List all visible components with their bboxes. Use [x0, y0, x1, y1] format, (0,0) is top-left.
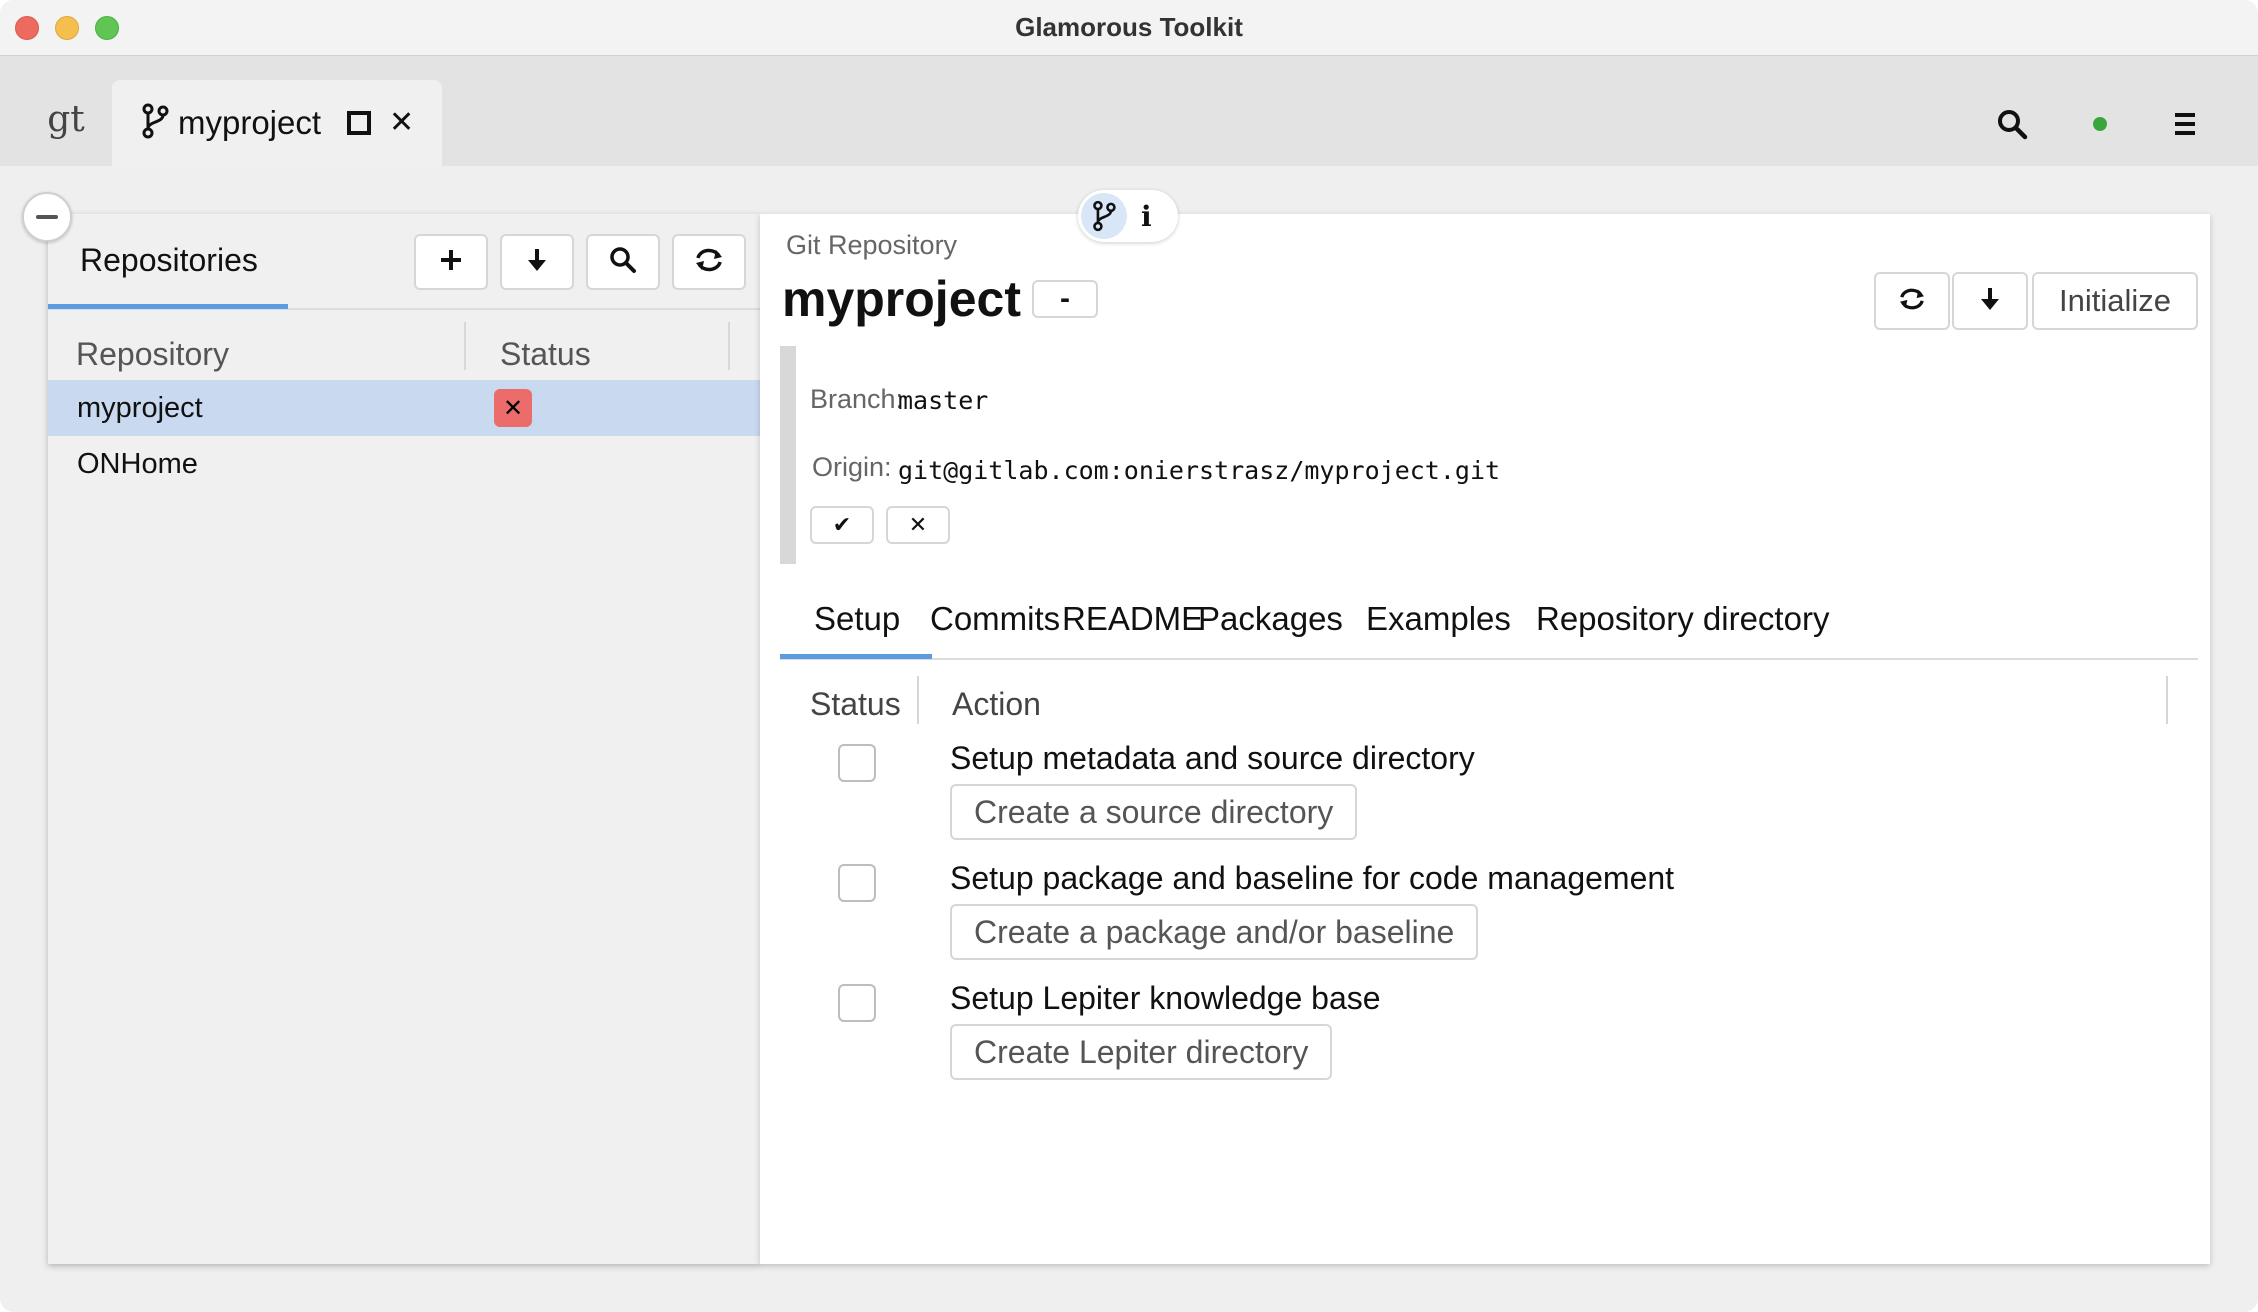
- initialize-label: Initialize: [2059, 283, 2171, 318]
- check-icon: ✔: [832, 512, 852, 537]
- object-kind-label: Git Repository: [786, 230, 958, 260]
- search-icon: [609, 246, 637, 279]
- git-branch-icon: [140, 103, 170, 144]
- tab-readme[interactable]: README: [1062, 600, 1203, 638]
- repositories-tabs: Repositories: [48, 214, 760, 310]
- tab-myproject[interactable]: myproject ✕: [112, 80, 442, 166]
- home-tab-label: gt: [47, 98, 85, 140]
- repository-details-pane: Git Repository myproject - Initialize Br…: [760, 214, 2210, 1264]
- search-repository-button[interactable]: [586, 234, 660, 290]
- maximize-tab-icon[interactable]: [347, 111, 372, 135]
- download-icon: [526, 247, 548, 278]
- pull-button[interactable]: [1952, 272, 2028, 330]
- add-repository-button[interactable]: [414, 234, 488, 290]
- origin-label: Origin:: [812, 452, 892, 482]
- cancel-button[interactable]: ✕: [886, 506, 950, 544]
- repositories-pane: Repositories Repository Status myproject…: [48, 214, 760, 1264]
- refresh-icon: [694, 247, 724, 278]
- initialize-button[interactable]: Initialize: [2032, 272, 2198, 330]
- download-icon: [1979, 286, 2001, 317]
- info-icon[interactable]: i: [1141, 200, 1152, 233]
- tab-label: myproject: [178, 104, 322, 141]
- title-bar: Glamorous Toolkit: [0, 0, 2258, 56]
- menu-icon[interactable]: [2170, 104, 2200, 144]
- tab-bar: gt myproject ✕: [0, 56, 2258, 166]
- branch-value: master: [898, 386, 989, 415]
- app-window: Glamorous Toolkit gt myproject ✕ Reposit…: [0, 0, 2258, 1312]
- column-divider: [917, 676, 919, 724]
- setup-item-title: Setup package and baseline for code mana…: [950, 860, 1675, 896]
- clone-repository-button[interactable]: [500, 234, 574, 290]
- accept-button[interactable]: ✔: [810, 506, 874, 544]
- tab-packages[interactable]: Packages: [1198, 600, 1343, 638]
- detail-tabs: Setup Commits README Packages Examples R…: [780, 564, 2198, 660]
- column-header-status[interactable]: Status: [810, 674, 901, 734]
- setup-package-checkbox[interactable]: [838, 864, 876, 902]
- git-branch-icon[interactable]: [1081, 193, 1127, 239]
- status-indicator-icon: [2090, 104, 2110, 144]
- collapse-info-button[interactable]: -: [1032, 280, 1098, 318]
- search-icon[interactable]: [1992, 104, 2032, 144]
- close-icon: ✕: [908, 512, 928, 537]
- window-title: Glamorous Toolkit: [1015, 12, 1243, 42]
- refresh-button[interactable]: [1874, 272, 1950, 330]
- active-tab-indicator: [48, 304, 288, 309]
- column-divider: [464, 322, 466, 370]
- repository-row-onhome[interactable]: ONHome: [48, 436, 760, 492]
- column-header-status[interactable]: Status: [500, 322, 591, 386]
- create-lepiter-directory-button[interactable]: Create Lepiter directory: [950, 1024, 1333, 1080]
- close-tab-icon[interactable]: ✕: [389, 108, 414, 138]
- origin-value: git@gitlab.com:onierstrasz/myproject.git: [898, 456, 1501, 485]
- setup-lepiter-checkbox[interactable]: [838, 984, 876, 1022]
- refresh-repositories-button[interactable]: [672, 234, 746, 290]
- setup-item-title: Setup metadata and source directory: [950, 740, 1475, 776]
- collapse-button[interactable]: [22, 192, 72, 242]
- column-header-repository[interactable]: Repository: [76, 322, 229, 386]
- tab-repository-directory[interactable]: Repository directory: [1536, 600, 1829, 638]
- add-icon: [439, 248, 463, 277]
- setup-metadata-checkbox[interactable]: [838, 744, 876, 782]
- tab-commits[interactable]: Commits: [930, 600, 1060, 638]
- view-switcher: i: [1078, 190, 1178, 242]
- setup-item-title: Setup Lepiter knowledge base: [950, 980, 1381, 1016]
- create-source-directory-button[interactable]: Create a source directory: [950, 784, 1358, 840]
- column-header-action[interactable]: Action: [952, 674, 1041, 734]
- tab-examples[interactable]: Examples: [1366, 600, 1511, 638]
- repository-name: ONHome: [77, 447, 198, 480]
- active-tab-indicator: [780, 654, 932, 659]
- error-x-icon: ✕: [494, 389, 532, 427]
- page-title: myproject: [782, 271, 1021, 327]
- column-divider: [728, 322, 730, 370]
- tab-setup[interactable]: Setup: [814, 600, 900, 638]
- column-divider: [2166, 676, 2168, 724]
- branch-label: Branch:: [810, 384, 904, 414]
- create-package-baseline-button[interactable]: Create a package and/or baseline: [950, 904, 1479, 960]
- repository-name: myproject: [77, 391, 203, 424]
- home-tab[interactable]: gt: [38, 94, 94, 144]
- refresh-icon: [1898, 287, 1926, 316]
- tab-repositories[interactable]: Repositories: [48, 242, 288, 310]
- repository-row-myproject[interactable]: myproject ✕: [48, 380, 760, 436]
